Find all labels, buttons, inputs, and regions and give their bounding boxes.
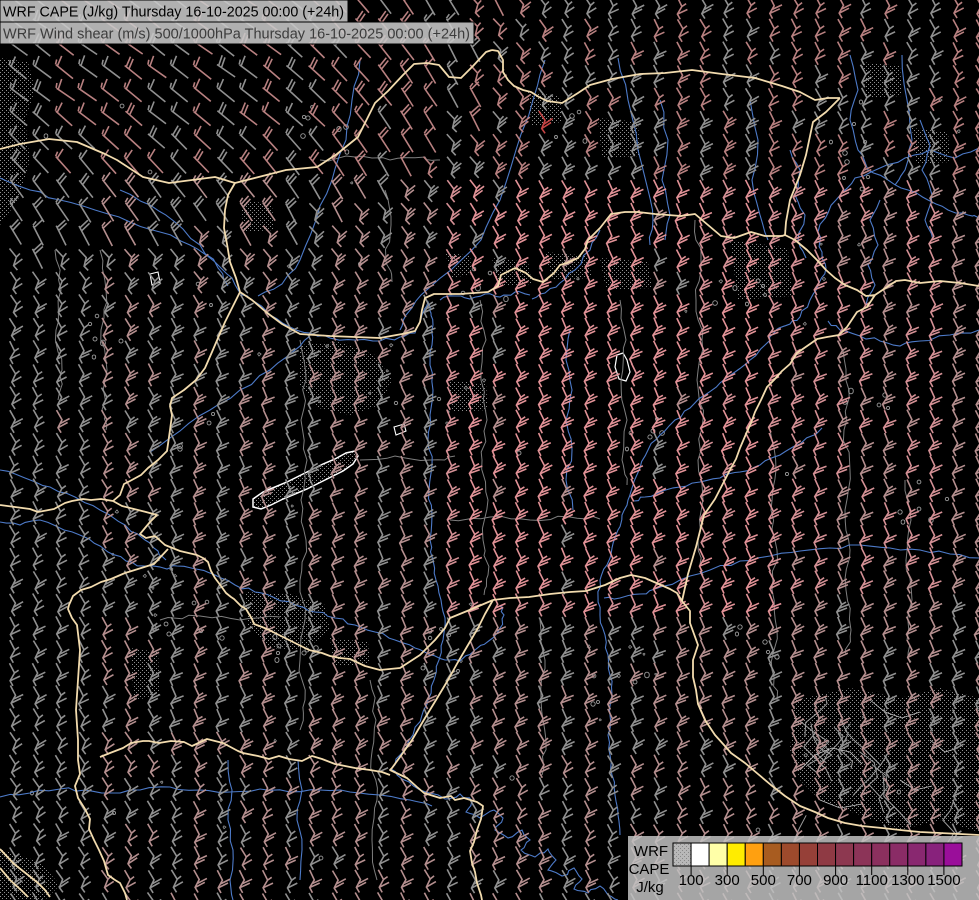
svg-text:1500: 1500	[927, 872, 960, 889]
svg-text:J/kg: J/kg	[636, 879, 664, 896]
svg-text:300: 300	[715, 872, 740, 889]
svg-text:WRF: WRF	[634, 843, 668, 860]
svg-text:100: 100	[679, 872, 704, 889]
svg-text:WRF Wind shear (m/s) 500/1000h: WRF Wind shear (m/s) 500/1000hPa Thursda…	[3, 26, 470, 43]
svg-text:CAPE: CAPE	[629, 861, 670, 878]
svg-text:1300: 1300	[891, 872, 924, 889]
svg-text:700: 700	[787, 872, 812, 889]
svg-text:WRF CAPE (J/kg) Thursday 16-10: WRF CAPE (J/kg) Thursday 16-10-2025 00:0…	[3, 4, 344, 21]
svg-text:900: 900	[823, 872, 848, 889]
svg-text:1100: 1100	[856, 872, 888, 889]
svg-text:500: 500	[751, 872, 776, 889]
